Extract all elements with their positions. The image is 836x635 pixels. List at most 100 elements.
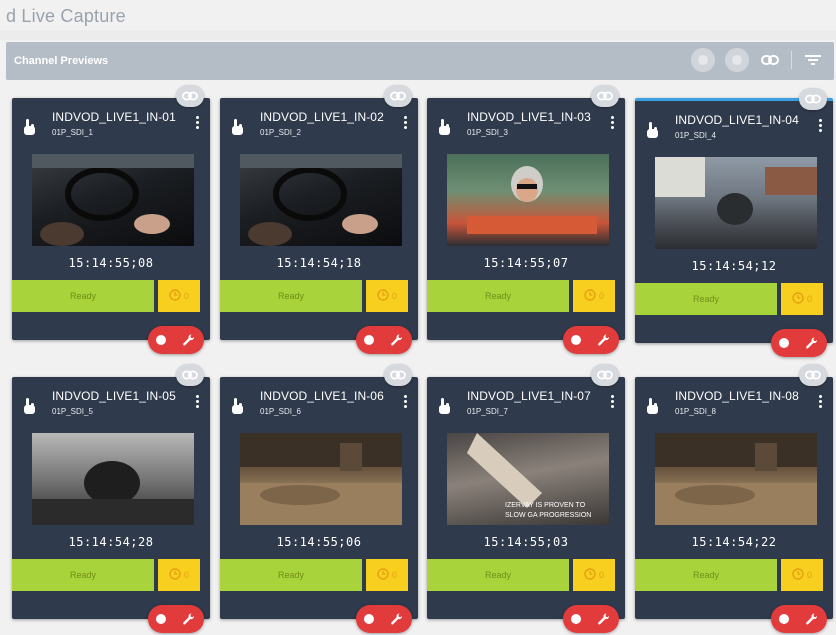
timer-count: 0 (806, 570, 812, 580)
channel-source: 01P_SDI_4 (675, 131, 716, 140)
channel-name: INDVOD_LIVE1_IN-03 (467, 110, 591, 124)
kebab-menu-icon[interactable] (404, 115, 408, 131)
hand-pointer-icon[interactable] (22, 397, 38, 417)
clock-icon (377, 568, 389, 582)
timer-indicator[interactable]: 0 (781, 283, 823, 315)
card-header: INDVOD_LIVE1_IN-03 01P_SDI_3 (427, 98, 625, 148)
channel-source: 01P_SDI_6 (260, 407, 301, 416)
wrench-icon[interactable] (805, 336, 819, 350)
clock-icon (377, 289, 389, 303)
hand-pointer-icon[interactable] (230, 118, 246, 138)
card-header: INDVOD_LIVE1_IN-05 01P_SDI_5 (12, 377, 210, 427)
record-icon[interactable] (571, 614, 581, 624)
status-ready[interactable]: Ready (427, 559, 569, 591)
record-icon[interactable] (779, 614, 789, 624)
record-controls (563, 605, 619, 633)
video-preview[interactable] (655, 433, 817, 525)
clock-icon (169, 289, 181, 303)
channel-card[interactable]: INDVOD_LIVE1_IN-07 01P_SDI_7 IZERVAY IS … (427, 364, 625, 633)
kebab-menu-icon[interactable] (611, 115, 615, 131)
kebab-menu-icon[interactable] (819, 394, 823, 410)
timecode: 15:14:55;06 (276, 535, 362, 549)
hand-pointer-icon[interactable] (645, 121, 661, 141)
record-controls (356, 326, 412, 354)
timer-indicator[interactable]: 0 (158, 280, 200, 312)
record-controls (771, 605, 827, 633)
record-controls (148, 605, 204, 633)
channel-card[interactable]: INDVOD_LIVE1_IN-05 01P_SDI_5 15:14:54;28… (12, 364, 210, 633)
kebab-menu-icon[interactable] (196, 394, 200, 410)
wrench-icon[interactable] (182, 612, 196, 626)
status-ready[interactable]: Ready (220, 280, 362, 312)
channel-card[interactable]: INDVOD_LIVE1_IN-01 01P_SDI_1 15:14:55;08… (12, 85, 210, 354)
timecode: 15:14:54;12 (691, 259, 777, 273)
timer-indicator[interactable]: 0 (366, 280, 408, 312)
wrench-icon[interactable] (805, 612, 819, 626)
timecode: 15:14:55;07 (483, 256, 569, 270)
card-header: INDVOD_LIVE1_IN-04 01P_SDI_4 (635, 101, 833, 151)
video-preview[interactable] (655, 157, 817, 249)
status-ready[interactable]: Ready (12, 280, 154, 312)
card-header: INDVOD_LIVE1_IN-02 01P_SDI_2 (220, 98, 418, 148)
timer-count: 0 (183, 570, 189, 580)
channel-card[interactable]: INDVOD_LIVE1_IN-06 01P_SDI_6 15:14:55;06… (220, 364, 418, 633)
channel-name: INDVOD_LIVE1_IN-01 (52, 110, 176, 124)
status-ready[interactable]: Ready (427, 280, 569, 312)
status-ready[interactable]: Ready (635, 283, 777, 315)
wrench-icon[interactable] (597, 612, 611, 626)
timer-indicator[interactable]: 0 (158, 559, 200, 591)
video-preview[interactable] (32, 433, 194, 525)
channel-name: INDVOD_LIVE1_IN-08 (675, 389, 799, 403)
video-preview[interactable] (240, 433, 402, 525)
hand-pointer-icon[interactable] (437, 397, 453, 417)
record-controls (563, 326, 619, 354)
status-ready[interactable]: Ready (220, 559, 362, 591)
video-preview[interactable] (240, 154, 402, 246)
record-icon[interactable] (156, 614, 166, 624)
timer-count: 0 (391, 291, 397, 301)
record-controls (148, 326, 204, 354)
card-header: INDVOD_LIVE1_IN-01 01P_SDI_1 (12, 98, 210, 148)
status-ready[interactable]: Ready (635, 559, 777, 591)
record-icon[interactable] (364, 614, 374, 624)
hand-pointer-icon[interactable] (437, 118, 453, 138)
wrench-icon[interactable] (182, 333, 196, 347)
hand-pointer-icon[interactable] (645, 397, 661, 417)
kebab-menu-icon[interactable] (404, 394, 408, 410)
card-header: INDVOD_LIVE1_IN-08 01P_SDI_8 (635, 377, 833, 427)
timer-indicator[interactable]: 0 (781, 559, 823, 591)
record-controls (771, 329, 827, 357)
channel-name: INDVOD_LIVE1_IN-02 (260, 110, 384, 124)
record-controls (356, 605, 412, 633)
record-icon[interactable] (156, 335, 166, 345)
record-icon[interactable] (364, 335, 374, 345)
record-icon[interactable] (571, 335, 581, 345)
channel-card[interactable]: INDVOD_LIVE1_IN-03 01P_SDI_3 15:14:55;07… (427, 85, 625, 354)
timer-indicator[interactable]: 0 (366, 559, 408, 591)
hand-pointer-icon[interactable] (230, 397, 246, 417)
channel-card[interactable]: INDVOD_LIVE1_IN-08 01P_SDI_8 15:14:54;22… (635, 364, 833, 633)
hand-pointer-icon[interactable] (22, 118, 38, 138)
clock-icon (792, 568, 804, 582)
clock-icon (584, 289, 596, 303)
timer-indicator[interactable]: 0 (573, 559, 615, 591)
wrench-icon[interactable] (597, 333, 611, 347)
card-header: INDVOD_LIVE1_IN-06 01P_SDI_6 (220, 377, 418, 427)
kebab-menu-icon[interactable] (819, 118, 823, 134)
channel-card[interactable]: INDVOD_LIVE1_IN-04 01P_SDI_4 15:14:54;12… (635, 88, 833, 357)
video-preview[interactable] (447, 154, 609, 246)
record-icon[interactable] (779, 338, 789, 348)
video-overlay-text: SLOW GA PROGRESSION (505, 512, 591, 519)
timer-count: 0 (806, 294, 812, 304)
video-preview[interactable] (32, 154, 194, 246)
kebab-menu-icon[interactable] (611, 394, 615, 410)
kebab-menu-icon[interactable] (196, 115, 200, 131)
video-preview[interactable]: IZERVAY IS PROVEN TO SLOW GA PROGRESSION (447, 433, 609, 525)
status-ready[interactable]: Ready (12, 559, 154, 591)
wrench-icon[interactable] (390, 333, 404, 347)
wrench-icon[interactable] (390, 612, 404, 626)
channel-name: INDVOD_LIVE1_IN-06 (260, 389, 384, 403)
timer-count: 0 (391, 570, 397, 580)
channel-card[interactable]: INDVOD_LIVE1_IN-02 01P_SDI_2 15:14:54;18… (220, 85, 418, 354)
timer-indicator[interactable]: 0 (573, 280, 615, 312)
